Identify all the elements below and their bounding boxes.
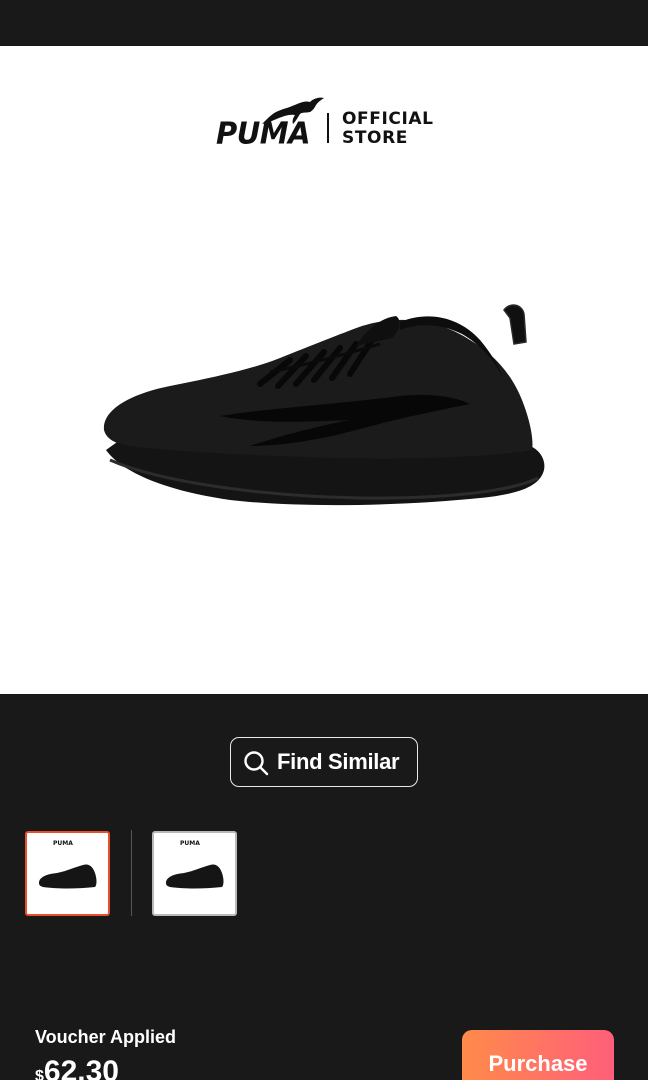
voucher-label: Voucher Applied bbox=[35, 1027, 177, 1047]
thumbnail-shoe-image bbox=[39, 864, 97, 889]
thumbnail-shoe-image bbox=[166, 864, 224, 889]
find-similar-button[interactable]: Find Similar bbox=[230, 737, 418, 787]
brand-wordmark: PUMA bbox=[216, 115, 311, 151]
purchase-label: Purchase bbox=[488, 1051, 588, 1076]
brand-logo: PUMA OFFICIAL STORE bbox=[216, 96, 436, 152]
search-icon bbox=[244, 751, 269, 776]
price-amount: 62.30 bbox=[43, 1055, 119, 1080]
official-label: OFFICIAL bbox=[342, 109, 434, 129]
thumbnail-divider bbox=[131, 830, 132, 916]
find-similar-label: Find Similar bbox=[277, 749, 400, 774]
price-currency: $ bbox=[35, 1068, 44, 1080]
top-bar bbox=[0, 0, 648, 46]
official-store-label: OFFICIAL STORE bbox=[342, 110, 434, 148]
thumbnail-logo: PUMA bbox=[180, 840, 200, 847]
price: $62.30 bbox=[35, 1055, 119, 1080]
thumbnail-2[interactable]: PUMA bbox=[152, 831, 237, 916]
brand-divider bbox=[327, 113, 329, 143]
thumbnail-1[interactable]: PUMA bbox=[25, 831, 110, 916]
thumbnail-logo: PUMA bbox=[53, 840, 73, 847]
shoe-image bbox=[103, 304, 545, 506]
purchase-button[interactable]: Purchase bbox=[462, 1030, 614, 1080]
store-label: STORE bbox=[342, 128, 408, 148]
